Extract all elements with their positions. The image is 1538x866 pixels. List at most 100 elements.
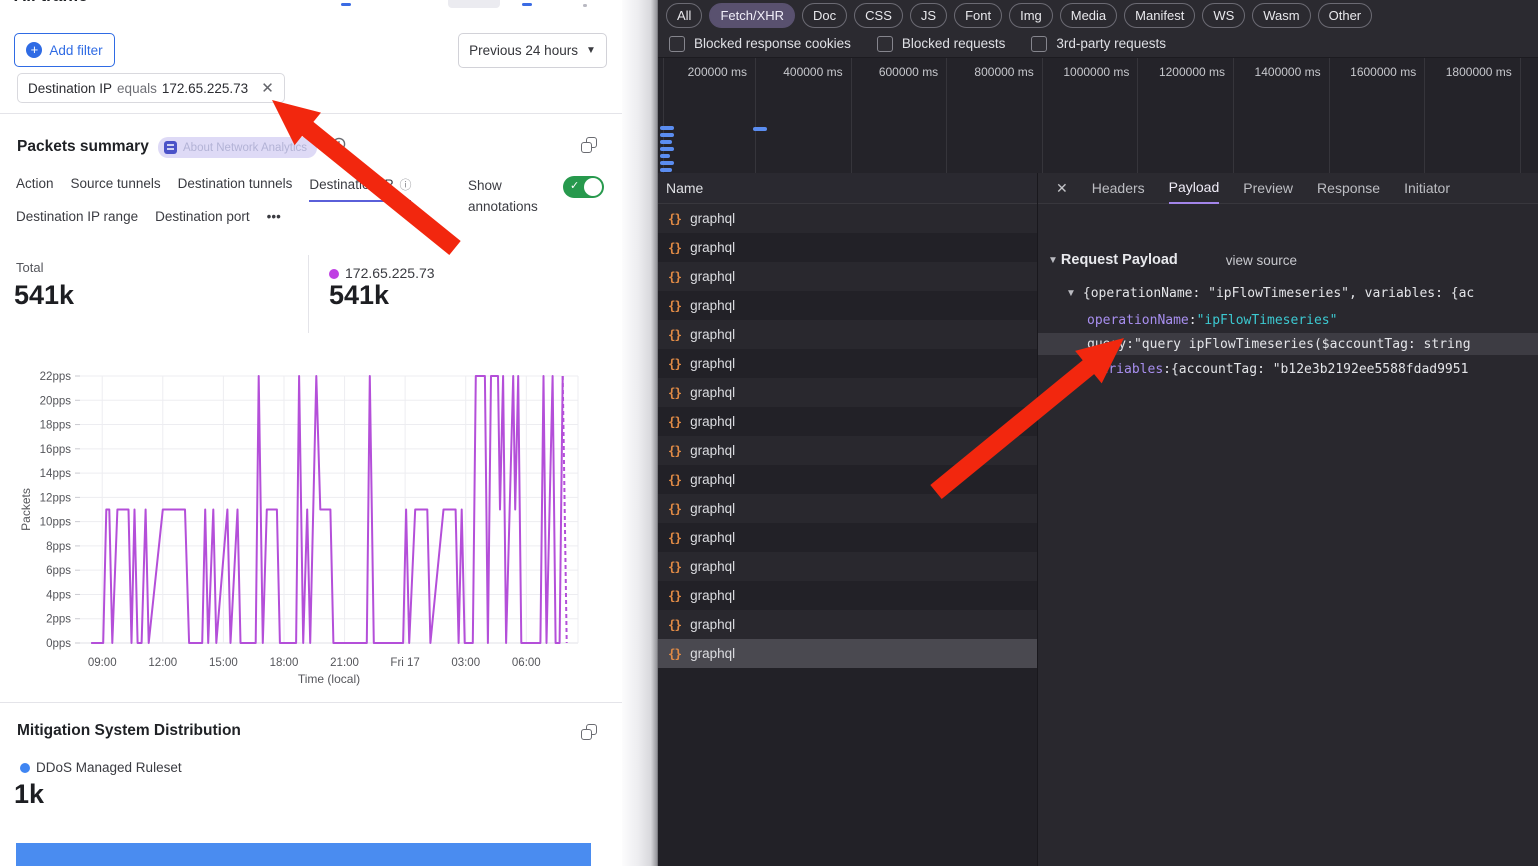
checkbox-blocked-requests[interactable]: Blocked requests — [877, 36, 1006, 52]
close-icon[interactable]: ✕ — [1056, 180, 1068, 197]
y-tick-label: 22pps — [40, 371, 72, 383]
json-braces-icon: {} — [668, 385, 681, 400]
collapse-triangle-icon[interactable]: ▼ — [1066, 288, 1076, 299]
expand-triangle-icon[interactable]: ▶ — [1078, 364, 1086, 375]
request-row-selected[interactable]: {}graphql — [658, 639, 1037, 668]
request-row[interactable]: {}graphql — [658, 262, 1037, 291]
detail-tab-headers[interactable]: Headers — [1092, 173, 1145, 204]
request-row[interactable]: {}graphql — [658, 465, 1037, 494]
network-overview-timeline[interactable]: 200000 ms400000 ms600000 ms800000 ms1000… — [658, 58, 1538, 174]
filter-chip[interactable]: Destination IP equals 172.65.225.73 ✕ — [17, 73, 285, 103]
checkbox-blocked-response-cookies[interactable]: Blocked response cookies — [669, 36, 851, 52]
add-filter-button[interactable]: + Add filter — [14, 33, 115, 67]
tab-source-tunnels[interactable]: Source tunnels — [71, 176, 161, 198]
show-annotations-label: Show annotations — [468, 175, 554, 217]
filter-pill-img[interactable]: Img — [1009, 3, 1053, 28]
request-name: graphql — [690, 211, 735, 226]
json-braces-icon: {} — [668, 327, 681, 342]
filter-pill-ws[interactable]: WS — [1202, 3, 1245, 28]
x-tick-label: 15:00 — [209, 657, 238, 669]
expand-card-icon[interactable] — [581, 137, 597, 153]
chevron-down-icon: ▼ — [586, 45, 596, 56]
detail-tab-preview[interactable]: Preview — [1243, 173, 1293, 204]
payload-row-variables[interactable]: ▶variables: {accountTag: "b12e3b2192ee55… — [1038, 358, 1538, 380]
stat-divider — [308, 255, 309, 333]
request-row[interactable]: {}graphql — [658, 552, 1037, 581]
payload-summary-line[interactable]: ▼ {operationName: "ipFlowTimeseries", va… — [1038, 282, 1538, 304]
filter-pill-other[interactable]: Other — [1318, 3, 1373, 28]
request-name: graphql — [690, 414, 735, 429]
filter-pill-doc[interactable]: Doc — [802, 3, 847, 28]
filter-pill-fetch-xhr[interactable]: Fetch/XHR — [709, 3, 795, 28]
request-row[interactable]: {}graphql — [658, 436, 1037, 465]
payload-key: query — [1087, 337, 1126, 352]
card-divider — [0, 702, 622, 703]
filter-pill-media[interactable]: Media — [1060, 3, 1117, 28]
section-title: Request Payload — [1061, 252, 1178, 268]
request-row[interactable]: {}graphql — [658, 581, 1037, 610]
panel-gutter-scrollbar[interactable] — [622, 0, 658, 866]
time-range-dropdown[interactable]: Previous 24 hours ▼ — [458, 33, 607, 68]
request-row[interactable]: {} graphql — [658, 233, 1037, 262]
show-annotations-toggle[interactable]: ✓ — [563, 176, 604, 198]
tab-destination-ip-range[interactable]: Destination IP range — [16, 209, 138, 231]
request-timing-marker — [660, 168, 672, 172]
filter-pill-all[interactable]: All — [666, 3, 702, 28]
toggle-knob — [584, 178, 602, 196]
request-row[interactable]: {}graphql — [658, 407, 1037, 436]
request-row[interactable]: {}graphql — [658, 378, 1037, 407]
request-timing-marker — [660, 147, 674, 151]
tab-destination-tunnels[interactable]: Destination tunnels — [178, 176, 293, 198]
checkbox-3rd-party-requests[interactable]: 3rd-party requests — [1031, 36, 1166, 52]
payload-row-query[interactable]: query: "query ipFlowTimeseries($accountT… — [1038, 333, 1538, 355]
tab-action[interactable]: Action — [16, 176, 54, 198]
payload-row-operationname[interactable]: operationName: "ipFlowTimeseries" — [1038, 309, 1538, 331]
filter-pill-font[interactable]: Font — [954, 3, 1002, 28]
request-row[interactable]: {}graphql — [658, 320, 1037, 349]
filter-pill-css[interactable]: CSS — [854, 3, 903, 28]
filter-pill-wasm[interactable]: Wasm — [1252, 3, 1310, 28]
request-row[interactable]: {}graphql — [658, 291, 1037, 320]
legend-dot-icon — [20, 763, 30, 773]
filter-pill-manifest[interactable]: Manifest — [1124, 3, 1195, 28]
y-axis-title: Packets — [19, 488, 33, 531]
checkbox-icon[interactable] — [1031, 36, 1047, 52]
payload-value: {accountTag: "b12e3b2192ee5588fdad9951 — [1171, 362, 1468, 377]
about-network-analytics-badge[interactable]: About Network Analytics — [158, 137, 317, 158]
request-row[interactable]: {}graphql — [658, 523, 1037, 552]
json-braces-icon: {} — [668, 472, 681, 487]
y-tick-label: 4pps — [46, 589, 71, 601]
badge-label: About Network Analytics — [183, 142, 307, 154]
view-source-link[interactable]: view source — [1226, 253, 1297, 268]
checkbox-icon[interactable] — [669, 36, 685, 52]
detail-tab-payload[interactable]: Payload — [1169, 173, 1220, 204]
request-row[interactable]: {}graphql — [658, 494, 1037, 523]
json-braces-icon: {} — [668, 240, 681, 255]
y-tick-label: 20pps — [40, 395, 72, 407]
close-icon[interactable]: ✕ — [261, 79, 274, 97]
request-name: graphql — [690, 443, 735, 458]
x-tick-label: 18:00 — [270, 657, 299, 669]
filter-pill-js[interactable]: JS — [910, 3, 947, 28]
more-tabs-icon[interactable]: ••• — [267, 209, 281, 231]
x-tick-label: 09:00 — [88, 657, 117, 669]
request-timing-marker — [660, 140, 672, 144]
checkbox-icon[interactable] — [877, 36, 893, 52]
tab-destination-port[interactable]: Destination port — [155, 209, 250, 231]
devtools-panel: All Fetch/XHR Doc CSS JS Font Img Media Manifest… — [658, 0, 1538, 866]
info-icon[interactable]: ⓘ — [399, 176, 411, 193]
detail-tab-initiator[interactable]: Initiator — [1404, 173, 1450, 204]
request-row[interactable]: {}graphql — [658, 204, 1037, 233]
request-row[interactable]: {}graphql — [658, 610, 1037, 639]
detail-tab-response[interactable]: Response — [1317, 173, 1380, 204]
expand-card-icon[interactable] — [581, 724, 597, 740]
request-name: graphql — [690, 269, 735, 284]
name-column-header[interactable]: Name — [658, 173, 1037, 204]
collapse-triangle-icon[interactable]: ▼ — [1048, 255, 1058, 266]
tab-destination-ip[interactable]: Destination IPⓘ — [309, 176, 411, 202]
tab-label: Action — [16, 176, 54, 191]
request-name: graphql — [690, 240, 735, 255]
request-timing-marker — [660, 126, 674, 130]
request-row[interactable]: {}graphql — [658, 349, 1037, 378]
summary-tabs-row1: Action Source tunnels Destination tunnels D… — [16, 176, 411, 202]
